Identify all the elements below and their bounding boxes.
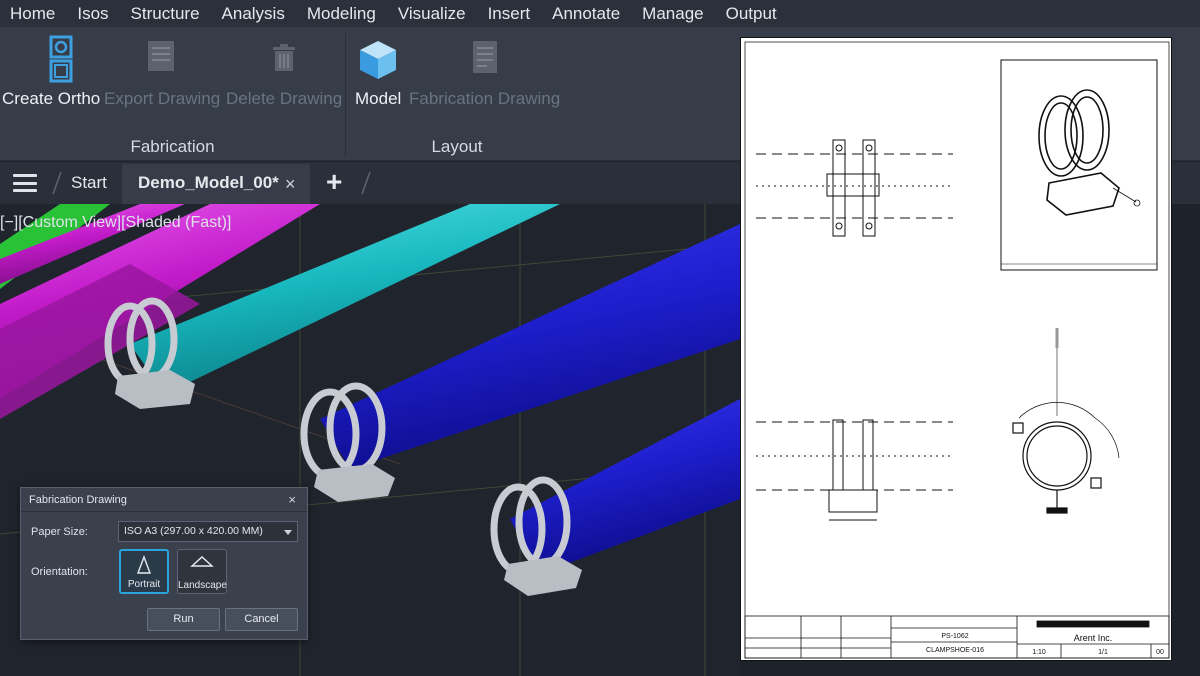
menu-bar: Home Isos Structure Analysis Modeling Vi… [0,0,1200,27]
viewport-label[interactable]: [−][Custom View][Shaded (Fast)] [0,214,231,232]
drawing-title: CLAMPSHOE-016 [926,647,984,654]
landscape-label: Landscape [178,580,227,591]
portrait-icon [136,555,152,574]
fabrication-drawing-icon [472,41,497,73]
menu-modeling[interactable]: Modeling [297,4,388,24]
clamp-shoe-2 [314,464,395,502]
menu-analysis[interactable]: Analysis [212,4,297,24]
tab-demo-model-label: Demo_Model_00* [138,173,279,192]
ribbon-group-layout: Model Fabrication Drawing Layout [347,27,567,161]
fabrication-drawing-label: Fabrication Drawing [409,89,561,108]
iso-view [1038,89,1141,216]
revision: 00 [1156,649,1164,656]
tab-close-icon[interactable]: × [285,174,296,195]
ribbon-group-label-fabrication: Fabrication [130,137,215,156]
delete-drawing-button[interactable]: Delete Drawing [226,35,342,109]
menu-structure[interactable]: Structure [121,4,212,24]
side-view [756,419,953,521]
company-name: Arent Inc. [1074,633,1113,643]
paper-size-label: Paper Size: [31,526,88,538]
export-drawing-label: Export Drawing [104,89,221,108]
drawing-number: PS-1062 [941,633,968,640]
menu-visualize[interactable]: Visualize [388,4,478,24]
portrait-button[interactable]: Portrait [119,549,169,594]
tab-demo-model[interactable]: Demo_Model_00* × [122,164,310,204]
create-ortho-label: Create Ortho [2,89,101,108]
section-view [1012,328,1120,514]
menu-annotate[interactable]: Annotate [542,4,632,24]
menu-manage[interactable]: Manage [632,4,715,24]
tab-start[interactable]: Start [71,173,107,193]
hamburger-menu-icon[interactable] [13,174,37,192]
drawing-scale: 1:10 [1032,649,1046,656]
front-view [756,139,953,237]
tab-divider [361,171,371,195]
landscape-icon [190,556,214,567]
paper-size-select[interactable]: ISO A3 (297.00 x 420.00 MM) [118,521,298,542]
trash-icon [273,44,296,71]
landscape-button[interactable]: Landscape [177,549,227,594]
model-label: Model [355,89,402,108]
fabrication-drawing-button[interactable]: Fabrication Drawing [409,35,560,109]
export-drawing-icon [148,41,175,71]
tab-divider [52,171,62,195]
fabrication-drawing-sheet: PS-1062 CLAMPSHOE-016 Arent Inc. 1:10 1/… [740,37,1172,661]
ribbon-group-label-layout: Layout [431,137,483,156]
paper-size-value: ISO A3 (297.00 x 420.00 MM) [124,525,263,537]
drawing-content: PS-1062 CLAMPSHOE-016 Arent Inc. 1:10 1/… [744,41,1170,659]
menu-insert[interactable]: Insert [478,4,543,24]
delete-drawing-label: Delete Drawing [226,89,343,108]
menu-home[interactable]: Home [0,4,67,24]
export-drawing-button[interactable]: Export Drawing [104,35,220,109]
chevron-down-icon [284,530,292,535]
orientation-label: Orientation: [31,566,88,578]
fabrication-drawing-dialog: Fabrication Drawing × Paper Size: ISO A3… [20,487,308,640]
menu-output[interactable]: Output [716,4,789,24]
run-button[interactable]: Run [147,608,220,631]
ribbon-group-fabrication: Create Ortho Export Drawing Delete Drawi… [0,27,345,161]
create-ortho-button[interactable]: Create Ortho [2,35,100,109]
sheet-number: 1/1 [1098,649,1108,656]
menu-isos[interactable]: Isos [67,4,120,24]
model-button[interactable]: Model [355,35,401,109]
ribbon-separator [345,33,346,157]
cancel-button[interactable]: Cancel [225,608,298,631]
cube-icon [360,41,397,79]
dialog-close-icon[interactable]: × [288,492,296,507]
dialog-title: Fabrication Drawing [29,494,127,506]
create-ortho-icon [49,35,73,83]
new-tab-button[interactable]: + [326,168,342,196]
portrait-label: Portrait [127,579,161,590]
